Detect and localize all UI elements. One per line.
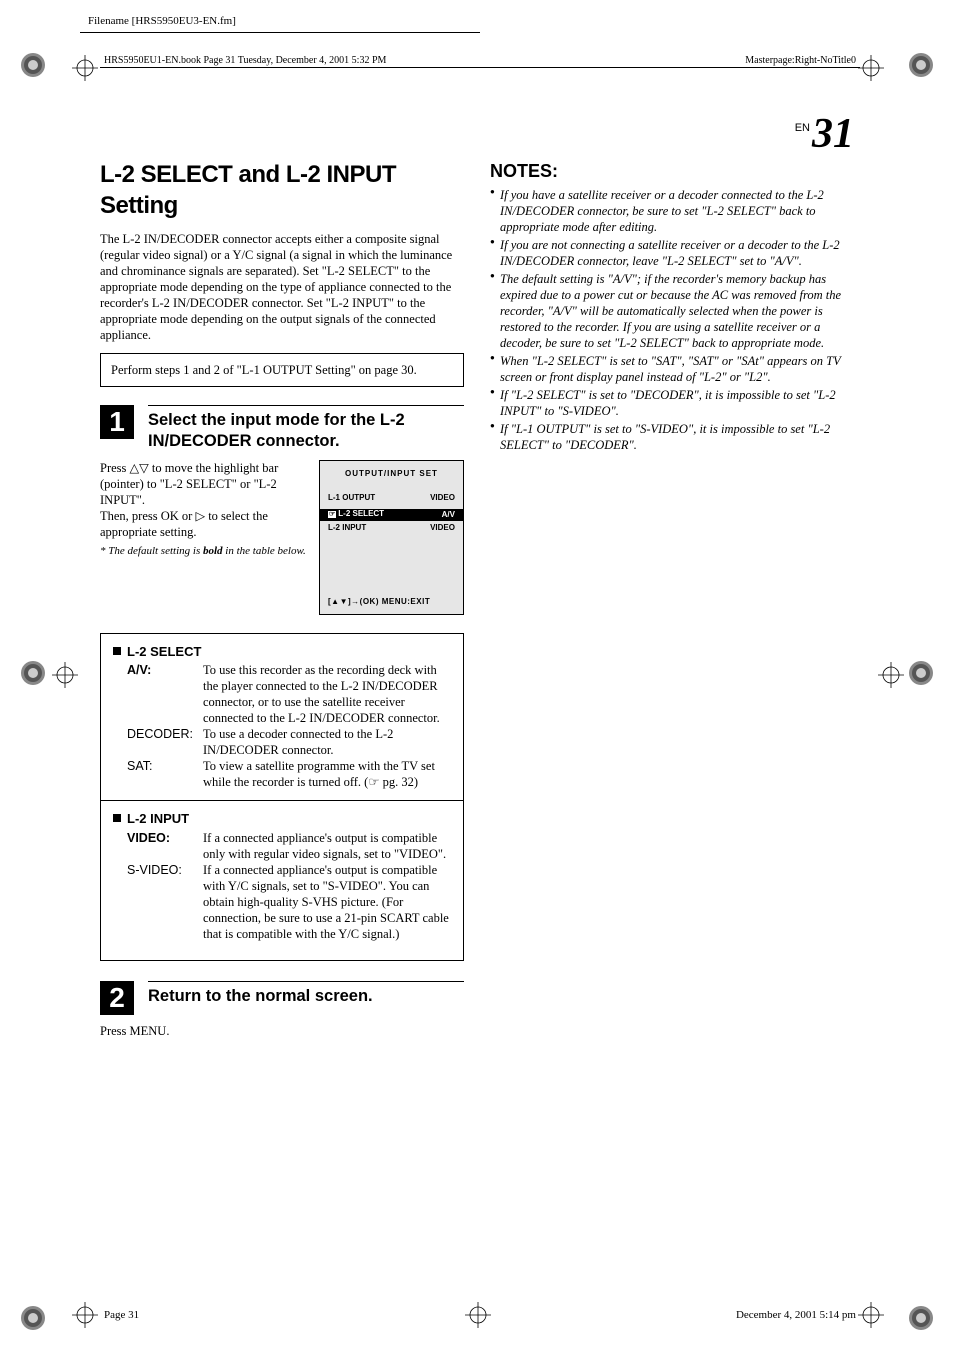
registration-mark-icon [908, 660, 934, 686]
registration-mark-icon [908, 52, 934, 78]
option-label: S-VIDEO: [127, 862, 203, 942]
intro-text: The L-2 IN/DECODER connector accepts eit… [100, 231, 464, 343]
step-text: Then, press OK or ▷ to select the approp… [100, 508, 309, 540]
step-1-header: 1 Select the input mode for the L-2 IN/D… [100, 405, 464, 451]
crosshair-icon [52, 662, 78, 688]
book-header: HRS5950EU1-EN.book Page 31 Tuesday, Dece… [104, 55, 386, 66]
crosshair-icon [878, 662, 904, 688]
step-number-icon: 2 [100, 981, 134, 1015]
step-title: Select the input mode for the L-2 IN/DEC… [148, 405, 464, 451]
note-item: When "L-2 SELECT" is set to "SAT", "SAT"… [490, 353, 854, 385]
crosshair-icon [72, 55, 98, 81]
registration-mark-icon [20, 660, 46, 686]
footer-page: Page 31 [104, 1309, 139, 1321]
step-1-body: Press △▽ to move the highlight bar (poin… [100, 460, 464, 615]
registration-mark-icon [20, 52, 46, 78]
crosshair-icon [72, 1302, 98, 1328]
note-item: If you have a satellite receiver or a de… [490, 187, 854, 235]
step-text: Press △▽ to move the highlight bar (poin… [100, 460, 309, 508]
divider [101, 800, 463, 801]
crosshair-icon [858, 55, 884, 81]
notes-list: If you have a satellite receiver or a de… [490, 187, 854, 453]
registration-mark-icon [908, 1305, 934, 1331]
registration-mark-icon [20, 1305, 46, 1331]
option-label: DECODER: [127, 726, 203, 758]
footer-timestamp: December 4, 2001 5:14 pm [736, 1309, 856, 1321]
osd-screenshot: OUTPUT/INPUT SET L-1 OUTPUTVIDEO ☞L-2 SE… [319, 460, 464, 615]
crosshair-icon [464, 1302, 490, 1328]
footnote: * The default setting is bold in the tab… [100, 544, 309, 558]
right-column: NOTES: If you have a satellite receiver … [490, 160, 854, 1039]
option-label: VIDEO: [127, 830, 203, 862]
note-item: If "L-1 OUTPUT" is set to "S-VIDEO", it … [490, 421, 854, 453]
notes-heading: NOTES: [490, 160, 854, 183]
masterpage-label: Masterpage:Right-NoTitle0 [745, 55, 856, 66]
step-2-header: 2 Return to the normal screen. [100, 981, 464, 1015]
manual-page: Filename [HRS5950EU3-EN.fm] HRS5950EU1-E… [0, 0, 954, 1351]
option-description: If a connected appliance's output is com… [203, 830, 451, 862]
divider [80, 32, 480, 33]
perform-steps-box: Perform steps 1 and 2 of "L-1 OUTPUT Set… [100, 353, 464, 387]
option-description: To view a satellite programme with the T… [203, 758, 451, 790]
crosshair-icon [858, 1302, 884, 1328]
note-item: The default setting is "A/V"; if the rec… [490, 271, 854, 351]
filename-label: Filename [HRS5950EU3-EN.fm] [80, 15, 236, 27]
page-number: EN31 [795, 110, 854, 158]
option-group-heading: L-2 SELECT [113, 644, 451, 661]
option-description: To use a decoder connected to the L-2 IN… [203, 726, 451, 758]
options-box: L-2 SELECT A/V:To use this recorder as t… [100, 633, 464, 961]
note-item: If "L-2 SELECT" is set to "DECODER", it … [490, 387, 854, 419]
step-text: Press MENU. [100, 1023, 464, 1039]
option-group-heading: L-2 INPUT [113, 811, 451, 828]
step-number-icon: 1 [100, 405, 134, 439]
option-label: A/V: [127, 662, 203, 726]
option-description: To use this recorder as the recording de… [203, 662, 451, 726]
divider [100, 67, 860, 68]
note-item: If you are not connecting a satellite re… [490, 237, 854, 269]
left-column: L-2 SELECT and L-2 INPUT Setting The L-2… [100, 160, 464, 1039]
page-title: L-2 SELECT and L-2 INPUT Setting [100, 160, 464, 221]
option-label: SAT: [127, 758, 203, 790]
step-title: Return to the normal screen. [148, 981, 464, 1007]
option-description: If a connected appliance's output is com… [203, 862, 451, 942]
